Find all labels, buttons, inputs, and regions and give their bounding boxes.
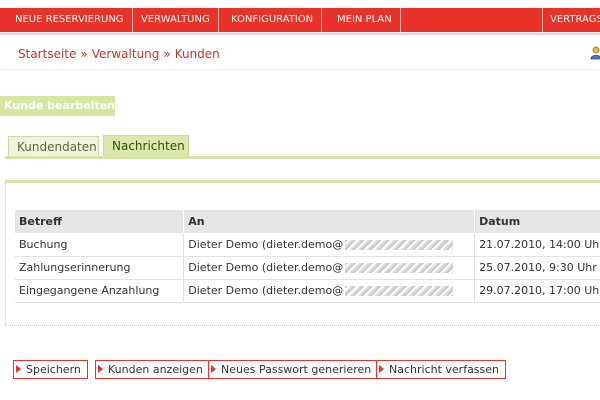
cell-betreff[interactable]: Buchung (15, 233, 185, 257)
nav-konfiguration[interactable]: KONFIGURATION (224, 8, 323, 32)
cell-datum: 21.07.2010, 14:00 Uhr (474, 233, 600, 257)
nav-verwaltung[interactable]: VERWALTUNG (134, 8, 219, 32)
breadcrumb-kunden[interactable]: Kunden (175, 47, 220, 61)
nav-mein-plan[interactable]: MEIN PLAN (330, 8, 401, 32)
recipient-text: Dieter Demo (dieter.demo@ (188, 261, 344, 274)
table-header-row: Betreff An Datum (15, 210, 600, 233)
column-header-datum[interactable]: Datum (474, 210, 600, 233)
tab-kundendaten[interactable]: Kundendaten (8, 136, 99, 157)
nav-underline (0, 33, 600, 35)
breadcrumb-verwaltung[interactable]: Verwaltung (92, 47, 160, 61)
top-navigation: NEUE RESERVIERUNG VERWALTUNG KONFIGURATI… (0, 0, 600, 38)
compose-message-button[interactable]: Nachricht verfassen (376, 360, 507, 379)
breadcrumb-separator: » (80, 47, 88, 61)
generate-password-button[interactable]: Neues Passwort generieren (208, 360, 379, 379)
show-customer-button[interactable]: Kunden anzeigen (95, 360, 210, 379)
recipient-text: Dieter Demo (dieter.demo@ (188, 284, 344, 297)
tab-underline (5, 156, 600, 159)
table-row[interactable]: Buchung Dieter Demo (dieter.demo@ 21.07.… (15, 233, 600, 257)
messages-table: Betreff An Datum Buchung Dieter Demo (di… (15, 210, 600, 303)
table-row[interactable]: Eingegangene Anzahlung Dieter Demo (diet… (15, 279, 600, 303)
cell-an: Dieter Demo (dieter.demo@ (183, 279, 476, 303)
redacted-email (345, 239, 454, 250)
breadcrumb-separator: » (163, 47, 171, 61)
breadcrumb: Startseite» Verwaltung» Kunden (18, 46, 220, 62)
redacted-email (345, 286, 454, 296)
nav-neue-reservierung[interactable]: NEUE RESERVIERUNG (8, 8, 133, 32)
divider (0, 69, 600, 70)
section-title: Kunde bearbeiten (0, 96, 115, 116)
cell-datum: 25.07.2010, 9:30 Uhr (474, 256, 600, 280)
recipient-text: Dieter Demo (dieter.demo@ (188, 237, 344, 251)
nav-vertrags[interactable]: VERTRAGS (542, 8, 600, 32)
cell-betreff[interactable]: Zahlungserinnerung (15, 256, 185, 280)
column-header-an[interactable]: An (183, 210, 476, 233)
cell-an: Dieter Demo (dieter.demo@ (183, 256, 476, 280)
save-button[interactable]: Speichern (13, 360, 88, 379)
tab-nachrichten[interactable]: Nachrichten (103, 135, 189, 157)
cell-betreff[interactable]: Eingegangene Anzahlung (15, 279, 185, 303)
table-row[interactable]: Zahlungserinnerung Dieter Demo (dieter.d… (15, 256, 600, 280)
user-icon[interactable] (590, 46, 600, 60)
column-header-betreff[interactable]: Betreff (15, 210, 185, 233)
breadcrumb-startseite[interactable]: Startseite (18, 47, 76, 61)
cell-datum: 29.07.2010, 17:00 Uhr (474, 279, 600, 303)
redacted-email (345, 263, 454, 273)
cell-an: Dieter Demo (dieter.demo@ (183, 233, 476, 257)
